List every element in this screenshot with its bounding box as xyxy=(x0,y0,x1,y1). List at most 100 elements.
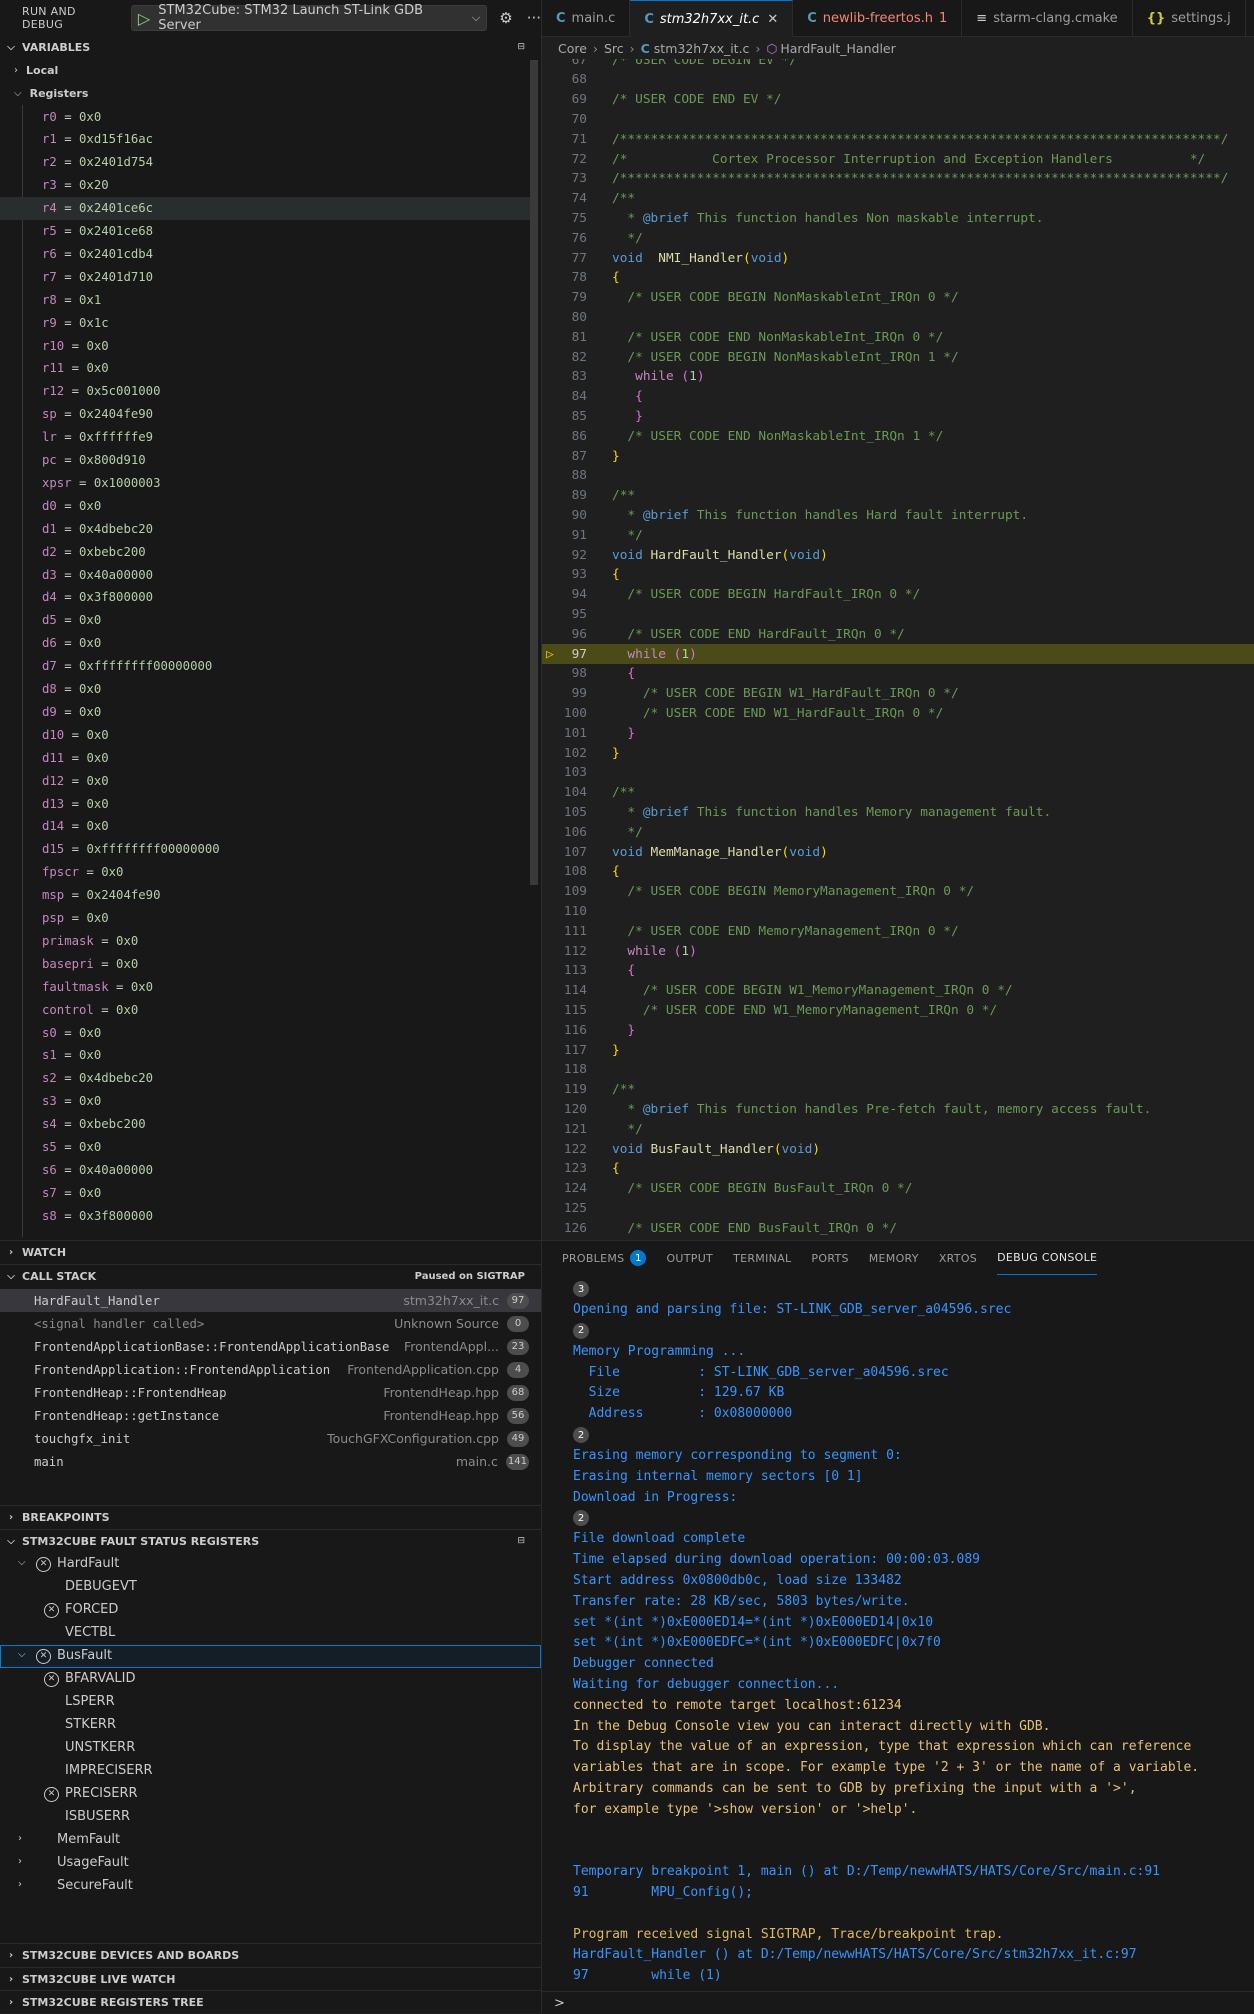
register-row[interactable]: r7 = 0x2401d710 xyxy=(0,265,530,288)
panel-tab[interactable]: MEMORY xyxy=(869,1241,919,1275)
register-row[interactable]: s4 = 0xbebc200 xyxy=(0,1113,530,1136)
register-row[interactable]: r8 = 0x1 xyxy=(0,288,530,311)
chevron-right-icon[interactable]: › xyxy=(18,1879,22,1890)
register-row[interactable]: r1 = 0xd15f16ac xyxy=(0,128,530,151)
panel-tab[interactable]: DEBUG CONSOLE xyxy=(997,1241,1098,1275)
breadcrumb-symbol[interactable]: HardFault_Handler xyxy=(780,41,895,56)
editor-tab[interactable]: {} settings.j xyxy=(1133,0,1246,36)
fault-tree-item[interactable]: › MemFault xyxy=(0,1829,541,1852)
register-row[interactable]: xpsr = 0x1000003 xyxy=(0,471,530,494)
register-row[interactable]: basepri = 0x0 xyxy=(0,952,530,975)
call-stack-frame[interactable]: HardFault_Handler stm32h7xx_it.c 97 xyxy=(0,1289,541,1312)
register-row[interactable]: r2 = 0x2401d754 xyxy=(0,151,530,174)
register-row[interactable]: faultmask = 0x0 xyxy=(0,975,530,998)
register-row[interactable]: pc = 0x800d910 xyxy=(0,449,530,472)
register-row[interactable]: lr = 0xffffffe9 xyxy=(0,426,530,449)
fault-tree-item[interactable]: ISBUSERR xyxy=(0,1806,541,1829)
chevron-down-icon[interactable]: ⌵ xyxy=(18,1557,26,1568)
live-watch-section-header[interactable]: › STM32CUBE LIVE WATCH xyxy=(0,1968,541,1990)
register-row[interactable]: s2 = 0x4dbebc20 xyxy=(0,1067,530,1090)
editor-tab[interactable]: Cnewlib-freertos.h 1 xyxy=(793,0,963,36)
call-stack-frame[interactable]: FrontendHeap::FrontendHeap FrontendHeap.h… xyxy=(0,1381,541,1404)
register-row[interactable]: fpscr = 0x0 xyxy=(0,861,530,884)
panel-tab[interactable]: PROBLEMS 1 xyxy=(562,1241,647,1275)
collapse-all-icon[interactable]: ⊟ xyxy=(517,1536,525,1546)
debug-console-output[interactable]: 3 Opening and parsing file: ST-LINK_GDB_s… xyxy=(542,1279,1254,1983)
fault-tree-item[interactable]: › SecureFault xyxy=(0,1875,541,1898)
breadcrumb-file[interactable]: stm32h7xx_it.c xyxy=(654,41,750,56)
register-row[interactable]: control = 0x0 xyxy=(0,998,530,1021)
register-row[interactable]: d9 = 0x0 xyxy=(0,700,530,723)
register-row[interactable]: primask = 0x0 xyxy=(0,929,530,952)
panel-tab[interactable]: XRTOS xyxy=(939,1241,977,1275)
register-row[interactable]: d5 = 0x0 xyxy=(0,609,530,632)
call-stack-frame[interactable]: FrontendApplication::FrontendApplication… xyxy=(0,1358,541,1381)
register-row[interactable]: d0 = 0x0 xyxy=(0,494,530,517)
register-row[interactable]: s1 = 0x0 xyxy=(0,1044,530,1067)
register-row[interactable]: r4 = 0x2401ce6c xyxy=(0,196,530,220)
register-row[interactable]: s5 = 0x0 xyxy=(0,1136,530,1159)
fault-tree-item[interactable]: VECTBL xyxy=(0,1622,541,1645)
editor-tab[interactable]: Cmain.c xyxy=(542,0,631,36)
register-row[interactable]: d10 = 0x0 xyxy=(0,723,530,746)
local-scope[interactable]: › Local xyxy=(0,59,530,82)
code-editor[interactable]: 67 /* USER CODE BEGIN EV */ 68 69 /* USER CO… xyxy=(542,59,1254,1239)
chevron-right-icon[interactable]: › xyxy=(18,1833,22,1844)
call-stack-frame[interactable]: touchgfx_init TouchGFXConfiguration.cpp 49 xyxy=(0,1427,541,1450)
start-debugging-icon[interactable]: ▷ xyxy=(138,9,150,28)
register-row[interactable]: r6 = 0x2401cdb4 xyxy=(0,242,530,265)
debug-console-input[interactable]: > xyxy=(542,1991,1254,2014)
register-row[interactable]: r11 = 0x0 xyxy=(0,357,530,380)
panel-tab[interactable]: OUTPUT xyxy=(666,1241,713,1275)
register-row[interactable]: d1 = 0x4dbebc20 xyxy=(0,517,530,540)
call-stack-frame[interactable]: FrontendHeap::getInstance FrontendHeap.hp… xyxy=(0,1404,541,1427)
register-row[interactable]: d4 = 0x3f800000 xyxy=(0,586,530,609)
launch-config-select[interactable]: ▷ STM32Cube: STM32 Launch ST-Link GDB Se… xyxy=(130,3,488,33)
gear-icon[interactable]: ⚙ xyxy=(499,9,512,27)
fault-tree-item[interactable]: › UsageFault xyxy=(0,1852,541,1875)
call-stack-frame[interactable]: main main.c 141 xyxy=(0,1450,541,1473)
fault-tree-item[interactable]: ⌵ ✕ HardFault xyxy=(0,1553,541,1576)
register-row[interactable]: r9 = 0x1c xyxy=(0,311,530,334)
register-row[interactable]: d3 = 0x40a00000 xyxy=(0,563,530,586)
call-stack-frame[interactable]: FrontendApplicationBase::FrontendApplica… xyxy=(0,1335,541,1358)
register-row[interactable]: d7 = 0xffffffff00000000 xyxy=(0,655,530,678)
fault-tree-item[interactable]: ⌵ ✕ BusFault xyxy=(0,1645,541,1668)
more-actions-icon[interactable]: ··· xyxy=(527,9,541,27)
fault-tree-item[interactable]: ✕ BFARVALID xyxy=(0,1668,541,1691)
register-row[interactable]: s7 = 0x0 xyxy=(0,1181,530,1204)
variables-section-header[interactable]: ⌵ VARIABLES ⊟ xyxy=(0,36,541,58)
fault-tree-item[interactable]: IMPRECISERR xyxy=(0,1760,541,1783)
devices-boards-section-header[interactable]: › STM32CUBE DEVICES AND BOARDS xyxy=(0,1944,541,1966)
registers-tree-section-header[interactable]: › STM32CUBE REGISTERS TREE xyxy=(0,1991,541,2013)
call-stack-frame[interactable]: <signal handler called> Unknown Source 0 xyxy=(0,1312,541,1335)
register-row[interactable]: d2 = 0xbebc200 xyxy=(0,540,530,563)
fault-tree-item[interactable]: DEBUGEVT xyxy=(0,1576,541,1599)
fault-tree-item[interactable]: ✕ PRECISERR xyxy=(0,1783,541,1806)
panel-tab[interactable]: TERMINAL xyxy=(733,1241,791,1275)
register-row[interactable]: d15 = 0xffffffff00000000 xyxy=(0,838,530,861)
register-row[interactable]: s6 = 0x40a00000 xyxy=(0,1158,530,1181)
breadcrumb-src[interactable]: Src xyxy=(604,41,624,56)
register-row[interactable]: d13 = 0x0 xyxy=(0,792,530,815)
breadcrumb-core[interactable]: Core xyxy=(558,41,587,56)
fault-tree-item[interactable]: UNSTKERR xyxy=(0,1737,541,1760)
register-row[interactable]: s3 = 0x0 xyxy=(0,1090,530,1113)
fault-tree-item[interactable]: STKERR xyxy=(0,1714,541,1737)
registers-scope[interactable]: ⌵ Registers xyxy=(0,82,530,105)
register-row[interactable]: psp = 0x0 xyxy=(0,907,530,930)
register-row[interactable]: r10 = 0x0 xyxy=(0,334,530,357)
register-row[interactable]: s8 = 0x3f800000 xyxy=(0,1204,530,1227)
watch-section-header[interactable]: › WATCH xyxy=(0,1241,541,1263)
close-icon[interactable]: ✕ xyxy=(767,12,778,27)
editor-tab[interactable]: Cstm32h7xx_it.c ✕ xyxy=(630,0,794,37)
register-row[interactable]: s0 = 0x0 xyxy=(0,1021,530,1044)
collapse-all-icon[interactable]: ⊟ xyxy=(517,42,525,52)
register-row[interactable]: r0 = 0x0 xyxy=(0,105,530,128)
variables-scrollbar[interactable] xyxy=(530,60,538,885)
chevron-down-icon[interactable]: ⌵ xyxy=(18,1649,26,1660)
fault-registers-section-header[interactable]: ⌵ STM32CUBE FAULT STATUS REGISTERS ⊟ xyxy=(0,1530,541,1552)
register-row[interactable]: d11 = 0x0 xyxy=(0,746,530,769)
fault-tree-item[interactable]: LSPERR xyxy=(0,1691,541,1714)
chevron-down-icon[interactable]: ⌵ xyxy=(472,11,480,25)
